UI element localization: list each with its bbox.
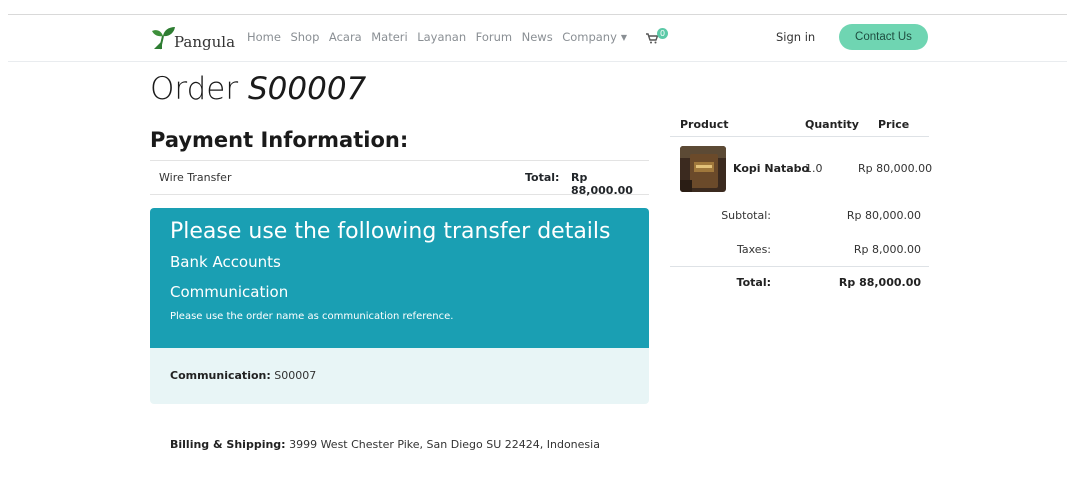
leaf-logo-icon [152, 27, 175, 50]
nav-acara[interactable]: Acara [329, 30, 362, 44]
billing-label: Billing & Shipping: [170, 438, 286, 451]
nav-layanan[interactable]: Layanan [417, 30, 466, 44]
summary-total-value: Rp 88,000.00 [838, 276, 921, 289]
summary-total-label: Total: [736, 276, 771, 289]
taxes-value: Rp 8,000.00 [853, 243, 921, 256]
page-title: Order S00007 [150, 70, 366, 108]
nav-news[interactable]: News [522, 30, 553, 44]
nav-materi[interactable]: Materi [371, 30, 407, 44]
product-name[interactable]: Kopi Natabo [733, 162, 809, 175]
communication-heading: Communication [170, 283, 289, 301]
communication-label: Communication: [170, 369, 271, 382]
payment-method: Wire Transfer [159, 171, 232, 184]
caret-down-icon: ▼ [620, 33, 628, 42]
nav-shop[interactable]: Shop [290, 30, 319, 44]
product-thumbnail[interactable] [680, 146, 726, 192]
bank-accounts-heading: Bank Accounts [170, 253, 281, 271]
billing-shipping: Billing & Shipping: 3999 West Chester Pi… [170, 438, 600, 451]
col-price: Price [878, 118, 910, 131]
communication-value: S00007 [274, 369, 317, 382]
cart-link[interactable]: 0 [646, 28, 672, 45]
nav-company-label: Company [562, 30, 617, 44]
top-border [8, 14, 1067, 15]
navbar-divider [8, 61, 1067, 62]
main-nav: Home Shop Acara Materi Layanan Forum New… [247, 30, 637, 44]
payment-total-value: Rp 88,000.00 [571, 171, 633, 197]
brand-logo[interactable]: Pangula [150, 23, 235, 51]
payment-total-label: Total: [525, 171, 560, 184]
col-quantity: Quantity [805, 118, 859, 131]
communication-note: Please use the order name as communicati… [170, 311, 454, 322]
coffee-bag-image-icon [680, 146, 726, 192]
summary-table-header: Product Quantity Price [670, 116, 929, 137]
taxes-label: Taxes: [736, 243, 771, 256]
col-product: Product [680, 118, 729, 131]
brand-name: Pangula [174, 33, 236, 51]
billing-address: 3999 West Chester Pike, San Diego SU 224… [289, 438, 600, 451]
order-number: S00007 [247, 71, 367, 107]
subtotal-value: Rp 80,000.00 [846, 209, 921, 222]
product-quantity: 1.0 [805, 162, 823, 175]
nav-forum[interactable]: Forum [476, 30, 512, 44]
summary-divider [670, 266, 929, 267]
payment-info-heading: Payment Information: [150, 128, 409, 152]
payment-row: Wire Transfer Total: Rp 88,000.00 [150, 160, 649, 197]
transfer-heading: Please use the following transfer detail… [170, 219, 611, 244]
product-price: Rp 80,000.00 [858, 162, 933, 175]
nav-home[interactable]: Home [247, 30, 281, 44]
transfer-details-card: Please use the following transfer detail… [150, 208, 649, 404]
order-prefix: Order [150, 71, 239, 107]
transfer-card-body: Communication: S00007 [150, 348, 649, 404]
signin-link[interactable]: Sign in [776, 30, 815, 44]
cart-count-badge: 0 [657, 28, 669, 39]
contact-us-button[interactable]: Contact Us [839, 24, 928, 50]
communication-reference: Communication: S00007 [170, 369, 316, 382]
transfer-card-header: Please use the following transfer detail… [150, 208, 649, 348]
nav-company-dropdown[interactable]: Company ▼ [562, 30, 627, 44]
subtotal-label: Subtotal: [721, 209, 771, 222]
